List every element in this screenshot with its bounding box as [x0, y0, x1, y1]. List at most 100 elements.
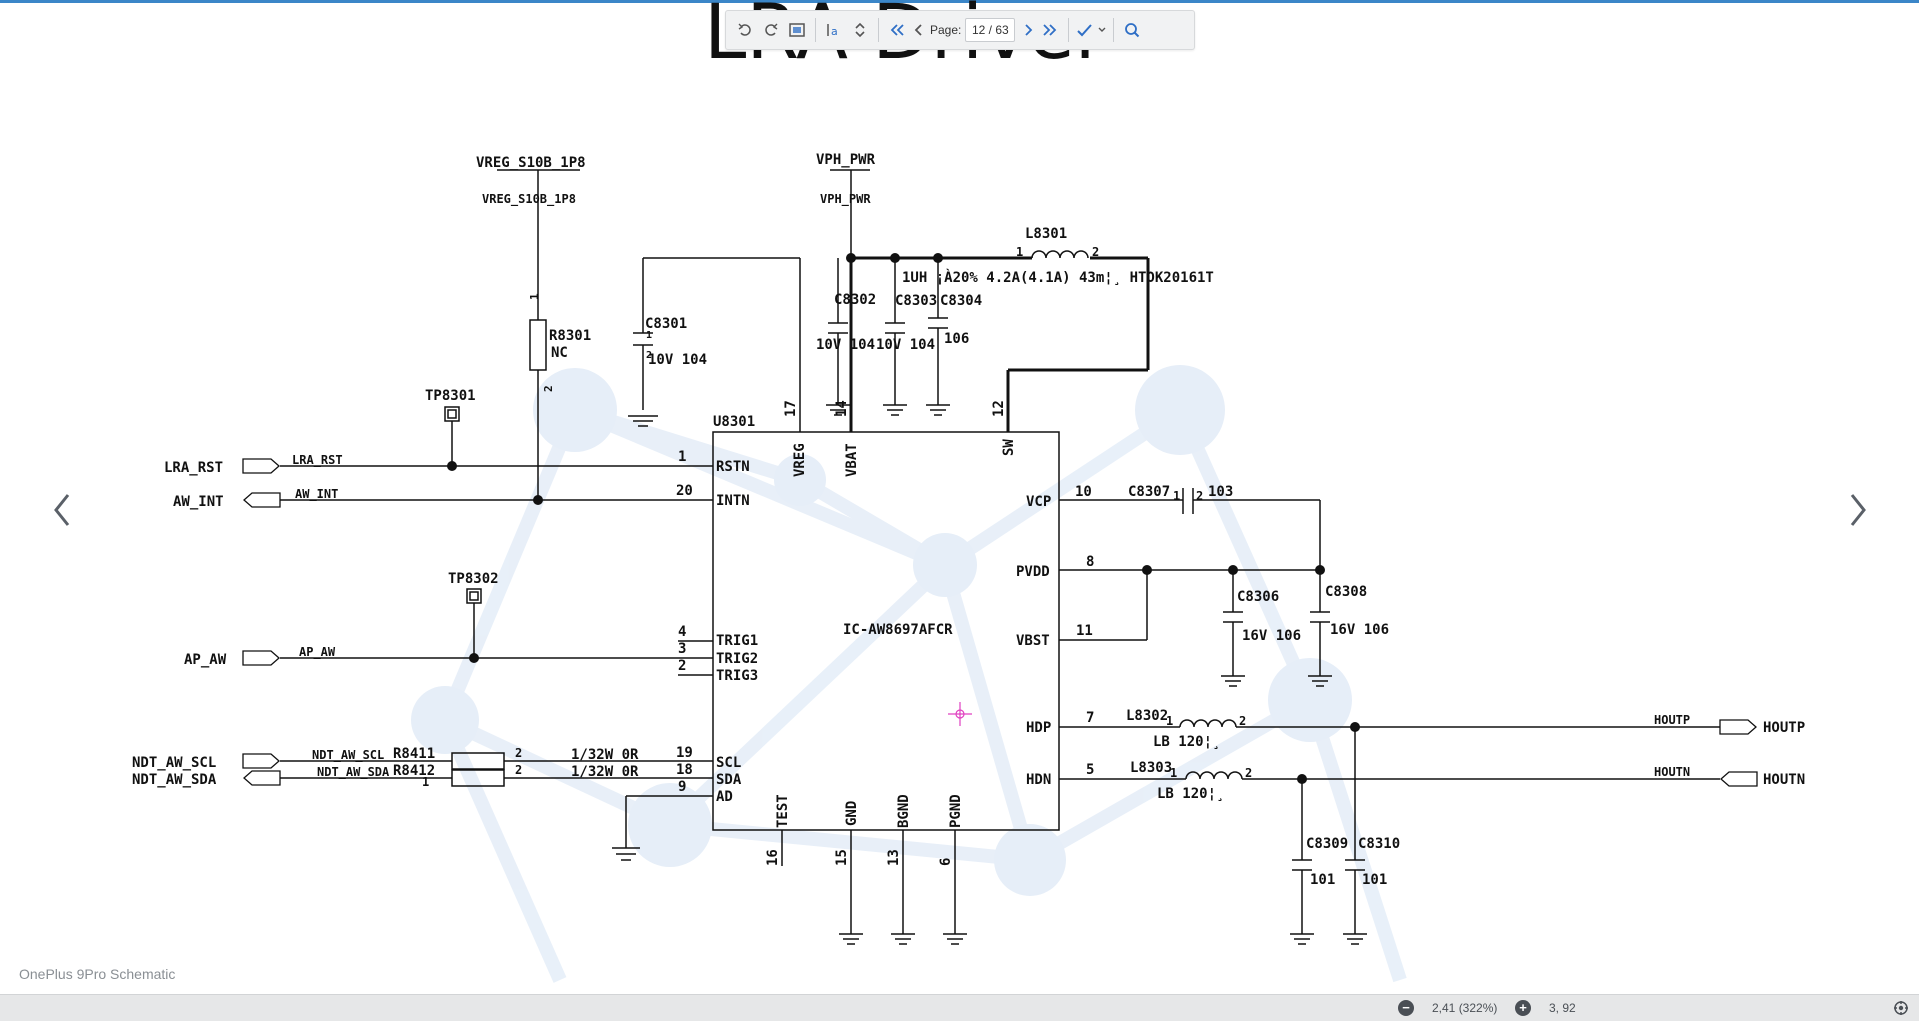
pin-bgnd-num: 13	[886, 849, 902, 866]
zoom-in-icon[interactable]: +	[1515, 995, 1531, 1021]
c8309-ref: C8309	[1306, 836, 1348, 852]
pin-scl-num: 19	[676, 745, 693, 761]
pin-vreg: VREG	[792, 443, 808, 477]
net-houtp: HOUTP	[1654, 713, 1690, 727]
pin-test: TEST	[775, 794, 791, 828]
c8308-value: 16V 106	[1330, 622, 1389, 638]
pin-vreg-num: 17	[783, 400, 799, 417]
l8302-pin1: 1	[1166, 714, 1173, 728]
c8303-ref: C8303	[895, 293, 937, 309]
fit-page-icon[interactable]	[784, 15, 810, 45]
c8307-pin2: 2	[1196, 489, 1203, 503]
pin-vcp-num: 10	[1075, 484, 1092, 500]
search-icon[interactable]	[1119, 15, 1145, 45]
c8306-ref: C8306	[1237, 589, 1279, 605]
c8304-ref: C8304	[940, 293, 982, 309]
viewer-toolbar: a Page: 12 / 63	[725, 10, 1195, 50]
pin-hdn: HDN	[1026, 772, 1051, 788]
tp8301-label: TP8301	[425, 388, 476, 404]
c8301-pin2: 2	[646, 350, 652, 361]
text-select-icon[interactable]: a	[821, 15, 847, 45]
rotate-right-icon[interactable]	[758, 15, 784, 45]
pin-gnd-num: 15	[834, 849, 850, 866]
port-ndt-aw-sda[interactable]: NDT_AW_SDA	[132, 772, 217, 788]
u8301-ref: U8301	[713, 414, 755, 430]
l8302-ref: L8302	[1126, 708, 1168, 724]
pin-sda-num: 18	[676, 762, 693, 778]
pin-vcp: VCP	[1026, 494, 1051, 510]
r8412-pin2: 2	[515, 763, 522, 777]
zoom-out-icon[interactable]: −	[1398, 995, 1414, 1021]
r8411-ref: R8411	[393, 746, 435, 762]
c8310-value: 101	[1362, 872, 1387, 888]
c8301-pin1: 1	[646, 330, 652, 341]
pin-sw: SW	[1001, 439, 1017, 456]
rail-vph-label: VPH_PWR	[816, 152, 876, 168]
port-houtp[interactable]: HOUTP	[1763, 720, 1805, 736]
pin-scl: SCL	[716, 755, 741, 771]
next-page-icon[interactable]	[1019, 15, 1037, 45]
c8304-value: 106	[944, 331, 969, 347]
port-lra-rst[interactable]: LRA_RST	[164, 460, 223, 476]
pin-intn-num: 20	[676, 483, 693, 499]
l8303-pin1: 1	[1170, 766, 1177, 780]
l8303-pin2: 2	[1245, 766, 1252, 780]
c8307-value: 103	[1208, 484, 1233, 500]
l8301-ref: L8301	[1025, 226, 1067, 242]
previous-page-arrow-icon[interactable]	[42, 488, 82, 532]
pin-sw-num: 12	[991, 400, 1007, 417]
c8310-ref: C8310	[1358, 836, 1400, 852]
page-number-input[interactable]: 12 / 63	[965, 18, 1016, 42]
c8303-value: 10V 104	[876, 337, 935, 353]
net-ndt-aw-scl: NDT_AW_SCL	[312, 748, 384, 763]
pin-gnd: GND	[844, 801, 860, 826]
document-canvas[interactable]: LRA Driver	[0, 0, 1919, 994]
zoom-level: 2,41 (322%)	[1432, 1001, 1498, 1015]
c8302-value: 10V 104	[816, 337, 875, 353]
rotate-left-icon[interactable]	[732, 15, 758, 45]
rail-vreg-label: VREG_S10B_1P8	[476, 155, 586, 171]
pin-vbat-num: 14	[834, 400, 850, 417]
r8301-value: NC	[551, 345, 568, 361]
net-aw-int: AW_INT	[295, 487, 338, 502]
port-houtn[interactable]: HOUTN	[1763, 772, 1805, 788]
pin-intn: INTN	[716, 493, 750, 509]
chevron-down-icon[interactable]	[1096, 15, 1108, 45]
toolbar-separator	[878, 18, 879, 42]
r8412-value: 1/32W 0R	[571, 764, 639, 780]
l8303-ref: L8303	[1130, 760, 1172, 776]
annotate-icon[interactable]	[1074, 15, 1096, 45]
pin-test-num: 16	[765, 849, 781, 866]
zoom-stepper-icon[interactable]	[847, 15, 873, 45]
port-ap-aw[interactable]: AP_AW	[184, 652, 227, 668]
pin-pgnd: PGND	[948, 794, 964, 828]
pin-pgnd-num: 6	[938, 858, 954, 866]
cursor-crosshair-icon	[948, 702, 972, 726]
toolbar-separator	[815, 18, 816, 42]
c8306-value: 16V 106	[1242, 628, 1301, 644]
pin-vbst: VBST	[1016, 633, 1050, 649]
l8301-pin1: 1	[1016, 245, 1023, 259]
previous-page-icon[interactable]	[910, 15, 928, 45]
document-name: OnePlus 9Pro Schematic	[19, 966, 176, 982]
next-page-arrow-icon[interactable]	[1838, 488, 1878, 532]
r8301-ref: R8301	[549, 328, 591, 344]
r8412-pin1: 1	[422, 775, 429, 789]
ic-part-number: IC-AW8697AFCR	[843, 622, 953, 638]
pin-ad: AD	[716, 789, 733, 805]
settings-icon[interactable]	[1893, 995, 1909, 1021]
pin-vbst-num: 11	[1076, 623, 1093, 639]
port-ndt-aw-scl[interactable]: NDT_AW_SCL	[132, 755, 216, 771]
last-page-icon[interactable]	[1037, 15, 1063, 45]
port-aw-int[interactable]: AW_INT	[173, 494, 224, 510]
r8301-pin1: 1	[528, 293, 541, 300]
net-houtn: HOUTN	[1654, 765, 1690, 779]
first-page-icon[interactable]	[884, 15, 910, 45]
net-lra-rst: LRA_RST	[292, 453, 343, 468]
l8301-pin2: 2	[1092, 245, 1099, 259]
pin-trig2: TRIG2	[716, 651, 758, 667]
pin-rstn-num: 1	[678, 449, 686, 465]
watermark-logo	[438, 403, 1407, 983]
status-bar: − 2,41 (322%) + 3, 92	[0, 994, 1919, 1021]
pin-sda: SDA	[716, 772, 742, 788]
